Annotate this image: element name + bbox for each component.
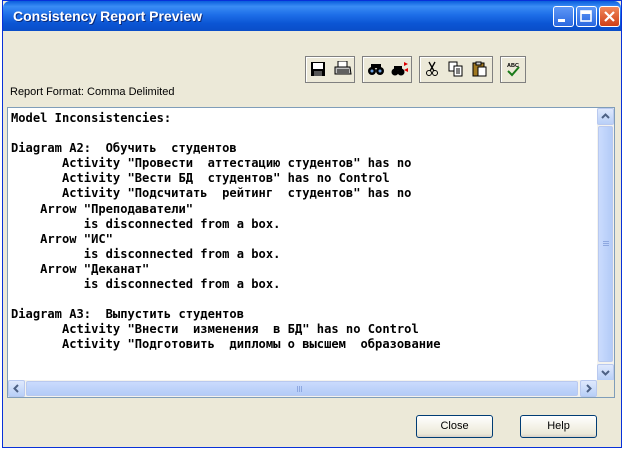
report-line: Diagram A3: Выпустить студентов <box>11 307 244 322</box>
toolbar-group-tools: ABC <box>500 56 526 83</box>
cut-icon <box>426 61 438 76</box>
horizontal-scrollbar[interactable] <box>8 380 597 397</box>
paste-icon <box>472 61 487 77</box>
copy-icon <box>448 61 463 77</box>
report-line: Model Inconsistencies: <box>11 111 172 125</box>
save-icon <box>311 62 325 76</box>
help-button[interactable]: Help <box>520 415 597 438</box>
report-line: Activity "Внести изменения в БД" has no … <box>11 322 419 337</box>
scroll-right-button[interactable] <box>580 380 597 397</box>
copy-button[interactable] <box>444 57 468 82</box>
maximize-button[interactable] <box>576 6 597 27</box>
report-line: Activity "Подсчитать рейтинг студентов" … <box>11 186 412 201</box>
replace-icon <box>391 62 408 76</box>
minimize-icon <box>558 19 565 22</box>
report-line: Arrow "ИС" <box>11 231 113 246</box>
chevron-down-icon <box>601 370 610 376</box>
title-bar[interactable]: Consistency Report Preview <box>3 1 621 31</box>
paste-button[interactable] <box>468 57 492 82</box>
report-line <box>11 126 594 141</box>
report-preview-window: Consistency Report Preview ABC Report Fo… <box>2 0 622 448</box>
print-icon <box>334 61 352 75</box>
toolbar-group-find <box>362 56 412 83</box>
maximize-icon <box>580 10 592 22</box>
horizontal-scroll-thumb[interactable] <box>26 381 578 396</box>
report-line: Activity "Провести аттестацию студентов"… <box>11 156 412 171</box>
chevron-up-icon <box>601 113 610 119</box>
toolbar-group-edit <box>419 56 493 83</box>
report-text: Model Inconsistencies: Diagram A2: Обучи… <box>11 111 594 384</box>
scroll-up-button[interactable] <box>597 108 614 125</box>
report-line: is disconnected from a box. <box>11 216 281 231</box>
report-line: Activity "Подготовить дипломы о высшем о… <box>11 337 441 352</box>
spellcheck-icon: ABC <box>507 63 520 77</box>
report-format-label: Report Format: Comma Delimited <box>10 86 175 98</box>
scroll-left-button[interactable] <box>8 380 25 397</box>
chevron-right-icon <box>586 384 592 393</box>
minimize-button[interactable] <box>553 6 574 27</box>
window-close-button[interactable] <box>599 6 620 27</box>
scroll-down-button[interactable] <box>597 364 614 381</box>
close-button[interactable]: Close <box>416 415 493 438</box>
toolbar: ABC <box>305 56 526 83</box>
window-title: Consistency Report Preview <box>13 8 203 24</box>
report-line: Arrow "Преподаватели" <box>11 201 194 216</box>
report-line <box>11 292 594 307</box>
chevron-left-icon <box>13 384 19 393</box>
vertical-scroll-thumb[interactable] <box>598 126 613 362</box>
spellcheck-button[interactable]: ABC <box>501 57 525 82</box>
find-button[interactable] <box>363 57 387 82</box>
report-line: Arrow "Деканат" <box>11 261 150 276</box>
report-line: Activity "Вести БД студентов" has no Con… <box>11 171 390 186</box>
toolbar-group-file <box>305 56 355 83</box>
print-button[interactable] <box>330 57 354 82</box>
vertical-scrollbar[interactable] <box>597 108 614 381</box>
report-line: Diagram A2: Обучить студентов <box>11 141 237 156</box>
report-text-area[interactable]: Model Inconsistencies: Diagram A2: Обучи… <box>7 107 615 398</box>
save-button[interactable] <box>306 57 330 82</box>
find-icon <box>368 64 384 75</box>
close-icon <box>604 11 615 22</box>
report-line: is disconnected from a box. <box>11 277 281 292</box>
cut-button[interactable] <box>420 57 444 82</box>
scrollbar-corner <box>597 380 614 397</box>
replace-button[interactable] <box>387 57 411 82</box>
report-line: is disconnected from a box. <box>11 246 281 261</box>
